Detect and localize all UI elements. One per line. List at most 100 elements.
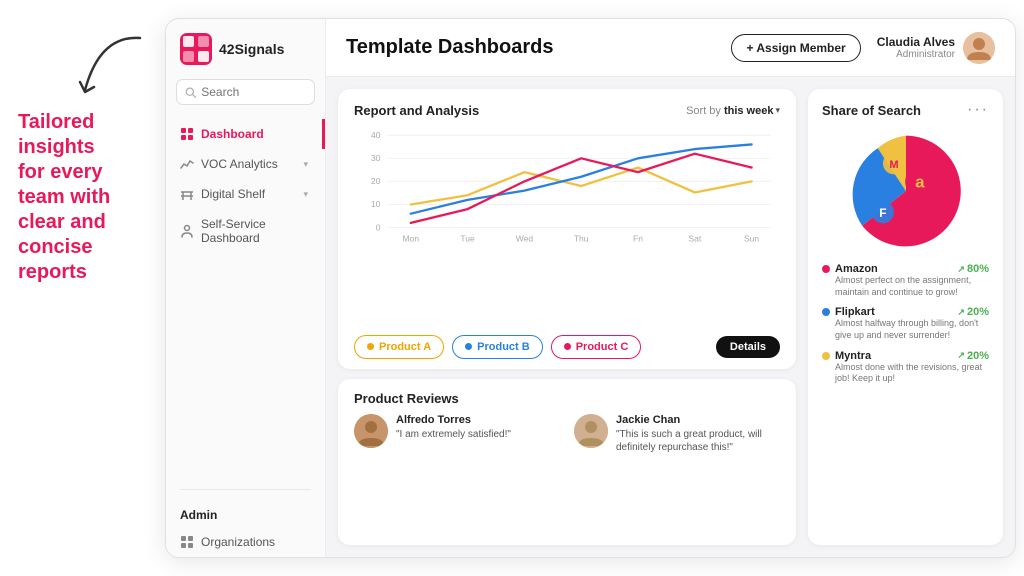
svg-text:Sun: Sun xyxy=(744,233,759,243)
user-details: Claudia Alves Administrator xyxy=(877,35,955,60)
chevron-down-icon: ▾ xyxy=(303,189,308,200)
report-title: Report and Analysis xyxy=(354,103,686,118)
sidebar-item-label: VOC Analytics xyxy=(201,157,278,171)
sidebar-item-label: Dashboard xyxy=(201,127,264,141)
right-panel: Share of Search ··· xyxy=(808,89,1003,545)
search-icon xyxy=(185,86,196,99)
sidebar-item-label: Organizations xyxy=(201,535,275,549)
product-buttons: Product A Product B Product C Details xyxy=(354,335,780,359)
reviews-card: Product Reviews xyxy=(338,379,796,545)
reviewer-quote-jackie: "This is such a great product, will defi… xyxy=(616,428,780,455)
sidebar-item-label: Digital Shelf xyxy=(201,187,265,201)
legend-flipkart: Flipkart ↗ 20% Almost halfway through bi… xyxy=(822,306,989,341)
product-a-label: Product A xyxy=(379,341,431,353)
sort-arrow-icon[interactable]: ▾ xyxy=(775,105,780,116)
flipkart-pct-arrow-icon: ↗ xyxy=(957,307,965,318)
myntra-pct: ↗ 20% xyxy=(957,350,989,362)
sos-header: Share of Search ··· xyxy=(822,101,989,119)
sort-value[interactable]: this week xyxy=(724,105,774,117)
svg-text:20: 20 xyxy=(371,176,381,186)
amazon-name: Amazon xyxy=(835,263,952,275)
sidebar-item-digital-shelf[interactable]: Digital Shelf ▾ xyxy=(166,179,325,209)
reviewer-info-alfredo: Alfredo Torres "I am extremely satisfied… xyxy=(396,414,560,455)
myntra-dot xyxy=(822,352,830,360)
user-name: Claudia Alves xyxy=(877,35,955,49)
sidebar-item-self-service[interactable]: Self-Service Dashboard xyxy=(166,209,325,253)
svg-text:30: 30 xyxy=(371,153,381,163)
sidebar-item-organizations[interactable]: Organizations xyxy=(166,527,325,557)
myntra-name: Myntra xyxy=(835,350,952,362)
report-header: Report and Analysis Sort by this week ▾ xyxy=(354,103,780,118)
svg-text:Thu: Thu xyxy=(574,233,589,243)
svg-text:Wed: Wed xyxy=(516,233,534,243)
svg-text:Tue: Tue xyxy=(460,233,475,243)
svg-text:0: 0 xyxy=(376,222,381,232)
organizations-icon xyxy=(180,535,194,549)
flipkart-dot xyxy=(822,308,830,316)
more-options-button[interactable]: ··· xyxy=(967,101,989,119)
sidebar-divider xyxy=(180,489,311,490)
amazon-dot xyxy=(822,265,830,273)
sidebar-item-label: Self-Service Dashboard xyxy=(201,217,308,245)
sidebar-item-voc[interactable]: VOC Analytics ▾ xyxy=(166,149,325,179)
product-a-dot xyxy=(367,343,374,350)
myntra-pct-arrow-icon: ↗ xyxy=(957,350,965,361)
logo-icon xyxy=(180,33,212,65)
reviewer-name-alfredo: Alfredo Torres xyxy=(396,414,560,426)
sidebar-item-dashboard[interactable]: Dashboard xyxy=(166,119,325,149)
sos-card: Share of Search ··· xyxy=(808,89,1003,545)
product-c-label: Product C xyxy=(576,341,629,353)
svg-text:M: M xyxy=(889,159,898,171)
reviews-title: Product Reviews xyxy=(354,391,780,406)
search-input[interactable] xyxy=(201,85,306,99)
shelf-icon xyxy=(180,187,194,201)
product-b-dot xyxy=(465,343,472,350)
sos-title: Share of Search xyxy=(822,103,967,118)
reviewer-info-jackie: Jackie Chan "This is such a great produc… xyxy=(616,414,780,455)
user-info: Claudia Alves Administrator xyxy=(877,32,995,64)
svg-text:Fri: Fri xyxy=(633,233,643,243)
svg-text:F: F xyxy=(879,206,886,220)
report-card: Report and Analysis Sort by this week ▾ xyxy=(338,89,796,369)
svg-text:40: 40 xyxy=(371,130,381,140)
review-item-jackie: Jackie Chan "This is such a great produc… xyxy=(574,414,780,455)
admin-label: Admin xyxy=(166,496,325,527)
myntra-desc: Almost done with the revisions, great jo… xyxy=(835,362,989,385)
amazon-pct-arrow-icon: ↗ xyxy=(957,264,965,275)
details-button[interactable]: Details xyxy=(716,336,780,358)
svg-text:Mon: Mon xyxy=(403,233,420,243)
sidebar-nav: Dashboard VOC Analytics ▾ xyxy=(166,119,325,483)
chart-area: 40 30 20 10 0 Mon Tue Wed Thu Fri xyxy=(354,126,780,329)
search-box[interactable] xyxy=(176,79,315,105)
topbar: Template Dashboards + Assign Member Clau… xyxy=(326,19,1015,77)
product-c-dot xyxy=(564,343,571,350)
page-title: Template Dashboards xyxy=(346,36,731,59)
reviewer-quote-alfredo: "I am extremely satisfied!" xyxy=(396,428,560,442)
flipkart-name: Flipkart xyxy=(835,306,952,318)
sort-label: Sort by xyxy=(686,105,721,117)
avatar xyxy=(963,32,995,64)
main-card: 42Signals Dashboard xyxy=(165,18,1016,558)
assign-member-button[interactable]: + Assign Member xyxy=(731,34,860,62)
main-content: Template Dashboards + Assign Member Clau… xyxy=(326,19,1015,557)
content-area: Report and Analysis Sort by this week ▾ xyxy=(326,77,1015,557)
line-chart: 40 30 20 10 0 Mon Tue Wed Thu Fri xyxy=(354,126,780,246)
chevron-down-icon: ▾ xyxy=(303,159,308,170)
sos-legend: Amazon ↗ 80% Almost perfect on the assig… xyxy=(822,263,989,385)
product-c-button[interactable]: Product C xyxy=(551,335,642,359)
left-panels: Report and Analysis Sort by this week ▾ xyxy=(338,89,796,545)
amazon-pct: ↗ 80% xyxy=(957,263,989,275)
product-a-button[interactable]: Product A xyxy=(354,335,444,359)
avatar-jackie xyxy=(574,414,608,448)
dashboard-icon xyxy=(180,127,194,141)
flipkart-pct: ↗ 20% xyxy=(957,306,989,318)
sidebar: 42Signals Dashboard xyxy=(166,19,326,557)
amazon-desc: Almost perfect on the assignment, mainta… xyxy=(835,275,989,298)
svg-text:a: a xyxy=(915,172,925,191)
sidebar-logo: 42Signals xyxy=(166,33,325,79)
pie-chart-svg: a F M xyxy=(846,131,966,251)
product-b-button[interactable]: Product B xyxy=(452,335,543,359)
arrow-icon xyxy=(70,30,160,110)
sidebar-brand: 42Signals xyxy=(219,41,284,57)
reviewer-name-jackie: Jackie Chan xyxy=(616,414,780,426)
